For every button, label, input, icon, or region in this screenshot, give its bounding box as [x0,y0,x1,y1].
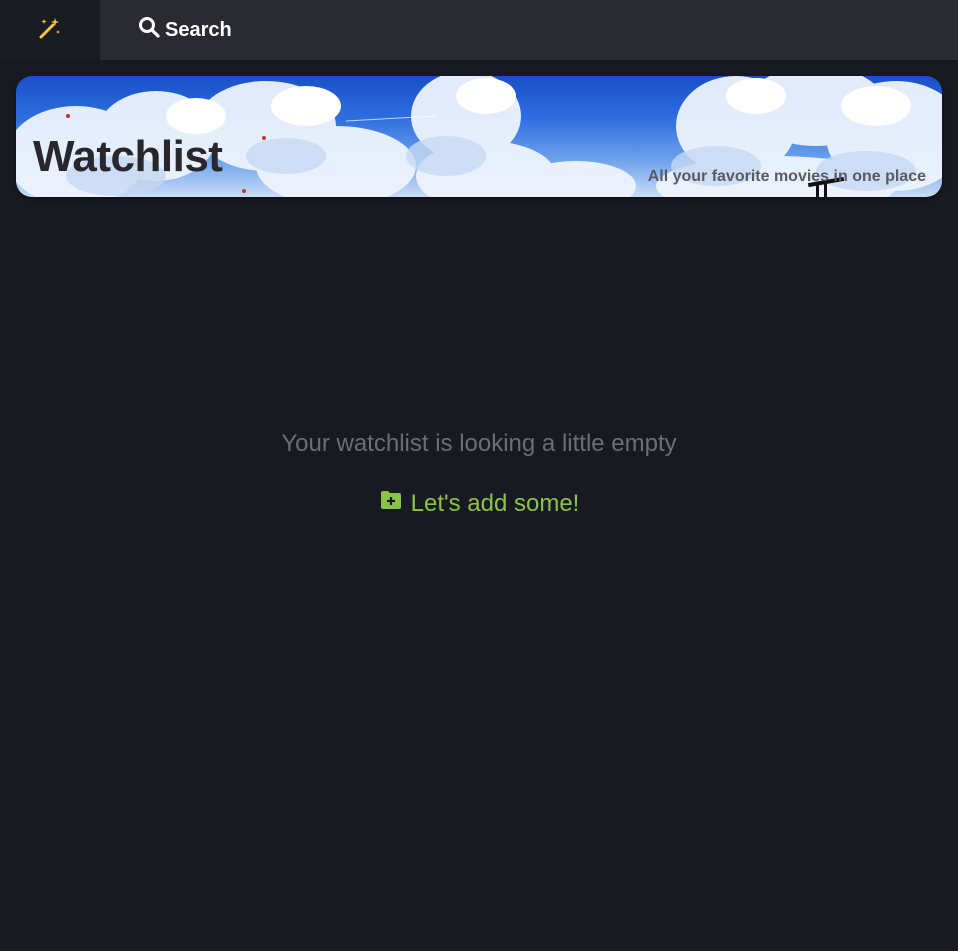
search-nav-link[interactable]: Search [138,0,232,60]
watchlist-banner: Watchlist All your favorite movies in on… [16,76,942,197]
page-title: Watchlist [33,132,223,181]
folder-plus-icon [379,489,411,518]
page-subtitle: All your favorite movies in one place [647,168,926,185]
magic-wand-icon [38,16,62,45]
empty-state-message: Your watchlist is looking a little empty [281,430,677,457]
search-icon [138,16,165,44]
top-navbar: Search [0,0,958,60]
search-label: Search [165,18,232,41]
home-logo-button[interactable] [0,0,100,60]
add-movies-label: Let's add some! [410,489,580,517]
add-movies-link[interactable]: Let's add some! [0,489,958,518]
